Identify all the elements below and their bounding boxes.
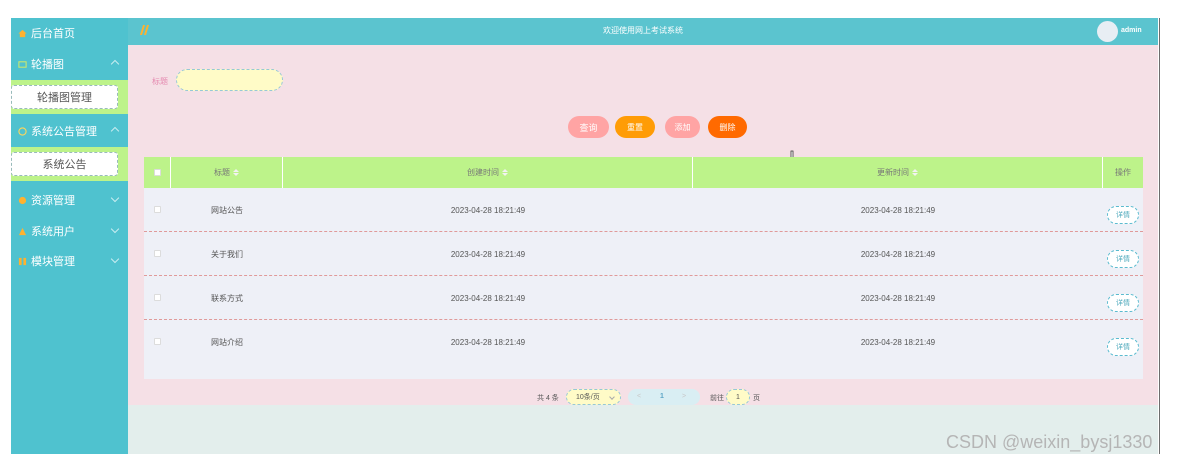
page-size-value: 10条/页 [576, 394, 600, 401]
column-label: 标题 [214, 168, 230, 177]
app-frame: 后台首页 轮播图 轮播图管理 系统公告管理 系统公告 资源管理 系统用户 模块管… [11, 18, 1158, 454]
table-row: 网站介绍 2023-04-28 18:21:49 2023-04-28 18:2… [144, 320, 1143, 364]
chevron-up-icon [110, 59, 120, 69]
table-row: 联系方式 2023-04-28 18:21:49 2023-04-28 18:2… [144, 276, 1143, 320]
row-checkbox[interactable] [154, 294, 161, 301]
sidebar-item-label: 轮播图 [31, 59, 64, 71]
chevron-down-icon [110, 224, 120, 234]
page-number-current[interactable]: 1 [660, 393, 664, 400]
detail-button[interactable]: 详情 [1107, 206, 1139, 224]
column-label: 创建时间 [467, 168, 499, 177]
page-title: 欢迎使用网上考试系统 [603, 26, 683, 35]
sidebar-subitem-notice[interactable]: 系统公告 [11, 152, 118, 176]
cell-created: 2023-04-28 18:21:49 [450, 337, 526, 347]
home-icon [17, 28, 27, 38]
reset-button[interactable]: 重置 [615, 116, 655, 138]
sidebar-item-system-users[interactable]: 系统用户 [11, 218, 128, 244]
detail-button[interactable]: 详情 [1107, 250, 1139, 268]
select-all-cell [144, 157, 171, 188]
username[interactable]: admin [1121, 27, 1142, 34]
pagination-total: 共 4 条 [537, 395, 559, 402]
submenu: 轮播图管理 [11, 80, 128, 114]
sidebar-item-label: 资源管理 [31, 195, 75, 207]
table-header: 标题 创建时间 更新时间 操作 [144, 157, 1143, 188]
chevron-down-icon [110, 254, 120, 264]
sidebar-item-home[interactable]: 后台首页 [11, 20, 128, 46]
column-label: 操作 [1115, 168, 1131, 177]
cell-created: 2023-04-28 18:21:49 [450, 249, 526, 259]
chevron-down-icon [110, 193, 120, 203]
notice-icon [17, 126, 27, 136]
submenu: 系统公告 [11, 147, 128, 181]
user-icon [17, 226, 27, 236]
add-button[interactable]: 添加 [665, 116, 700, 138]
cell-updated: 2023-04-28 18:21:49 [860, 205, 936, 215]
sidebar-item-label: 系统用户 [31, 226, 75, 238]
sort-icon[interactable] [912, 168, 918, 177]
cell-created: 2023-04-28 18:21:49 [450, 293, 526, 303]
table-row: 关于我们 2023-04-28 18:21:49 2023-04-28 18:2… [144, 232, 1143, 276]
detail-button[interactable]: 详情 [1107, 294, 1139, 312]
sidebar-item-label: 系统公告管理 [31, 126, 97, 138]
column-header-updated[interactable]: 更新时间 [693, 157, 1103, 188]
cell-title: 网站介绍 [211, 337, 243, 347]
goto-page-input[interactable]: 1 [726, 389, 750, 405]
search-label: 标题 [152, 77, 168, 86]
sidebar-subitem-carousel-manage[interactable]: 轮播图管理 [11, 85, 118, 109]
main-content: 标题 查询 重置 添加 删除 标题 创建时间 更新时间 操作 网站公告 2023… [128, 45, 1158, 405]
sort-icon[interactable] [233, 168, 239, 177]
watermark: CSDN @weixin_bysj1330 [946, 432, 1153, 452]
title-search-input[interactable] [176, 69, 283, 91]
goto-label: 前往 [710, 395, 724, 402]
column-header-title[interactable]: 标题 [171, 157, 283, 188]
cell-updated: 2023-04-28 18:21:49 [860, 249, 936, 259]
pagination: 共 4 条 10条/页 < 1 > 前往 1 页 [128, 388, 1158, 406]
row-checkbox[interactable] [154, 250, 161, 257]
prev-page-button[interactable]: < [637, 393, 641, 400]
column-header-created[interactable]: 创建时间 [283, 157, 693, 188]
sidebar: 后台首页 轮播图 轮播图管理 系统公告管理 系统公告 资源管理 系统用户 模块管… [11, 18, 128, 454]
goto-unit-label: 页 [753, 395, 760, 402]
page-nav: < 1 > [628, 389, 700, 405]
column-header-actions: 操作 [1103, 157, 1143, 188]
detail-button[interactable]: 详情 [1107, 338, 1139, 356]
query-button[interactable]: 查询 [568, 116, 609, 138]
chevron-down-icon [609, 394, 615, 400]
page-size-select[interactable]: 10条/页 [566, 389, 621, 405]
cell-updated: 2023-04-28 18:21:49 [860, 293, 936, 303]
notice-table: 标题 创建时间 更新时间 操作 网站公告 2023-04-28 18:21:49… [144, 157, 1143, 379]
avatar[interactable] [1097, 21, 1118, 42]
sidebar-item-notice[interactable]: 系统公告管理 [11, 118, 128, 144]
frame-border [1159, 18, 1160, 454]
next-page-button[interactable]: > [682, 393, 686, 400]
table-row: 网站公告 2023-04-28 18:21:49 2023-04-28 18:2… [144, 188, 1143, 232]
cell-title: 联系方式 [211, 293, 243, 303]
select-all-checkbox[interactable] [153, 169, 161, 176]
sidebar-item-carousel[interactable]: 轮播图 [11, 51, 128, 77]
sidebar-item-label: 模块管理 [31, 256, 75, 268]
cell-title: 网站公告 [211, 205, 243, 215]
row-checkbox[interactable] [154, 338, 161, 345]
cell-updated: 2023-04-28 18:21:49 [860, 337, 936, 347]
module-icon [17, 256, 27, 266]
chevron-up-icon [110, 126, 120, 136]
sidebar-item-modules[interactable]: 模块管理 [11, 248, 128, 274]
image-icon [17, 59, 27, 69]
column-label: 更新时间 [877, 168, 909, 177]
row-checkbox[interactable] [154, 206, 161, 213]
delete-button[interactable]: 删除 [708, 116, 747, 138]
sort-icon[interactable] [502, 168, 508, 177]
cell-title: 关于我们 [211, 249, 243, 259]
top-bar: 欢迎使用网上考试系统 admin [128, 18, 1158, 45]
cell-created: 2023-04-28 18:21:49 [450, 205, 526, 215]
resource-icon [17, 195, 27, 205]
sidebar-item-label: 后台首页 [31, 28, 75, 40]
sidebar-item-resources[interactable]: 资源管理 [11, 187, 128, 213]
